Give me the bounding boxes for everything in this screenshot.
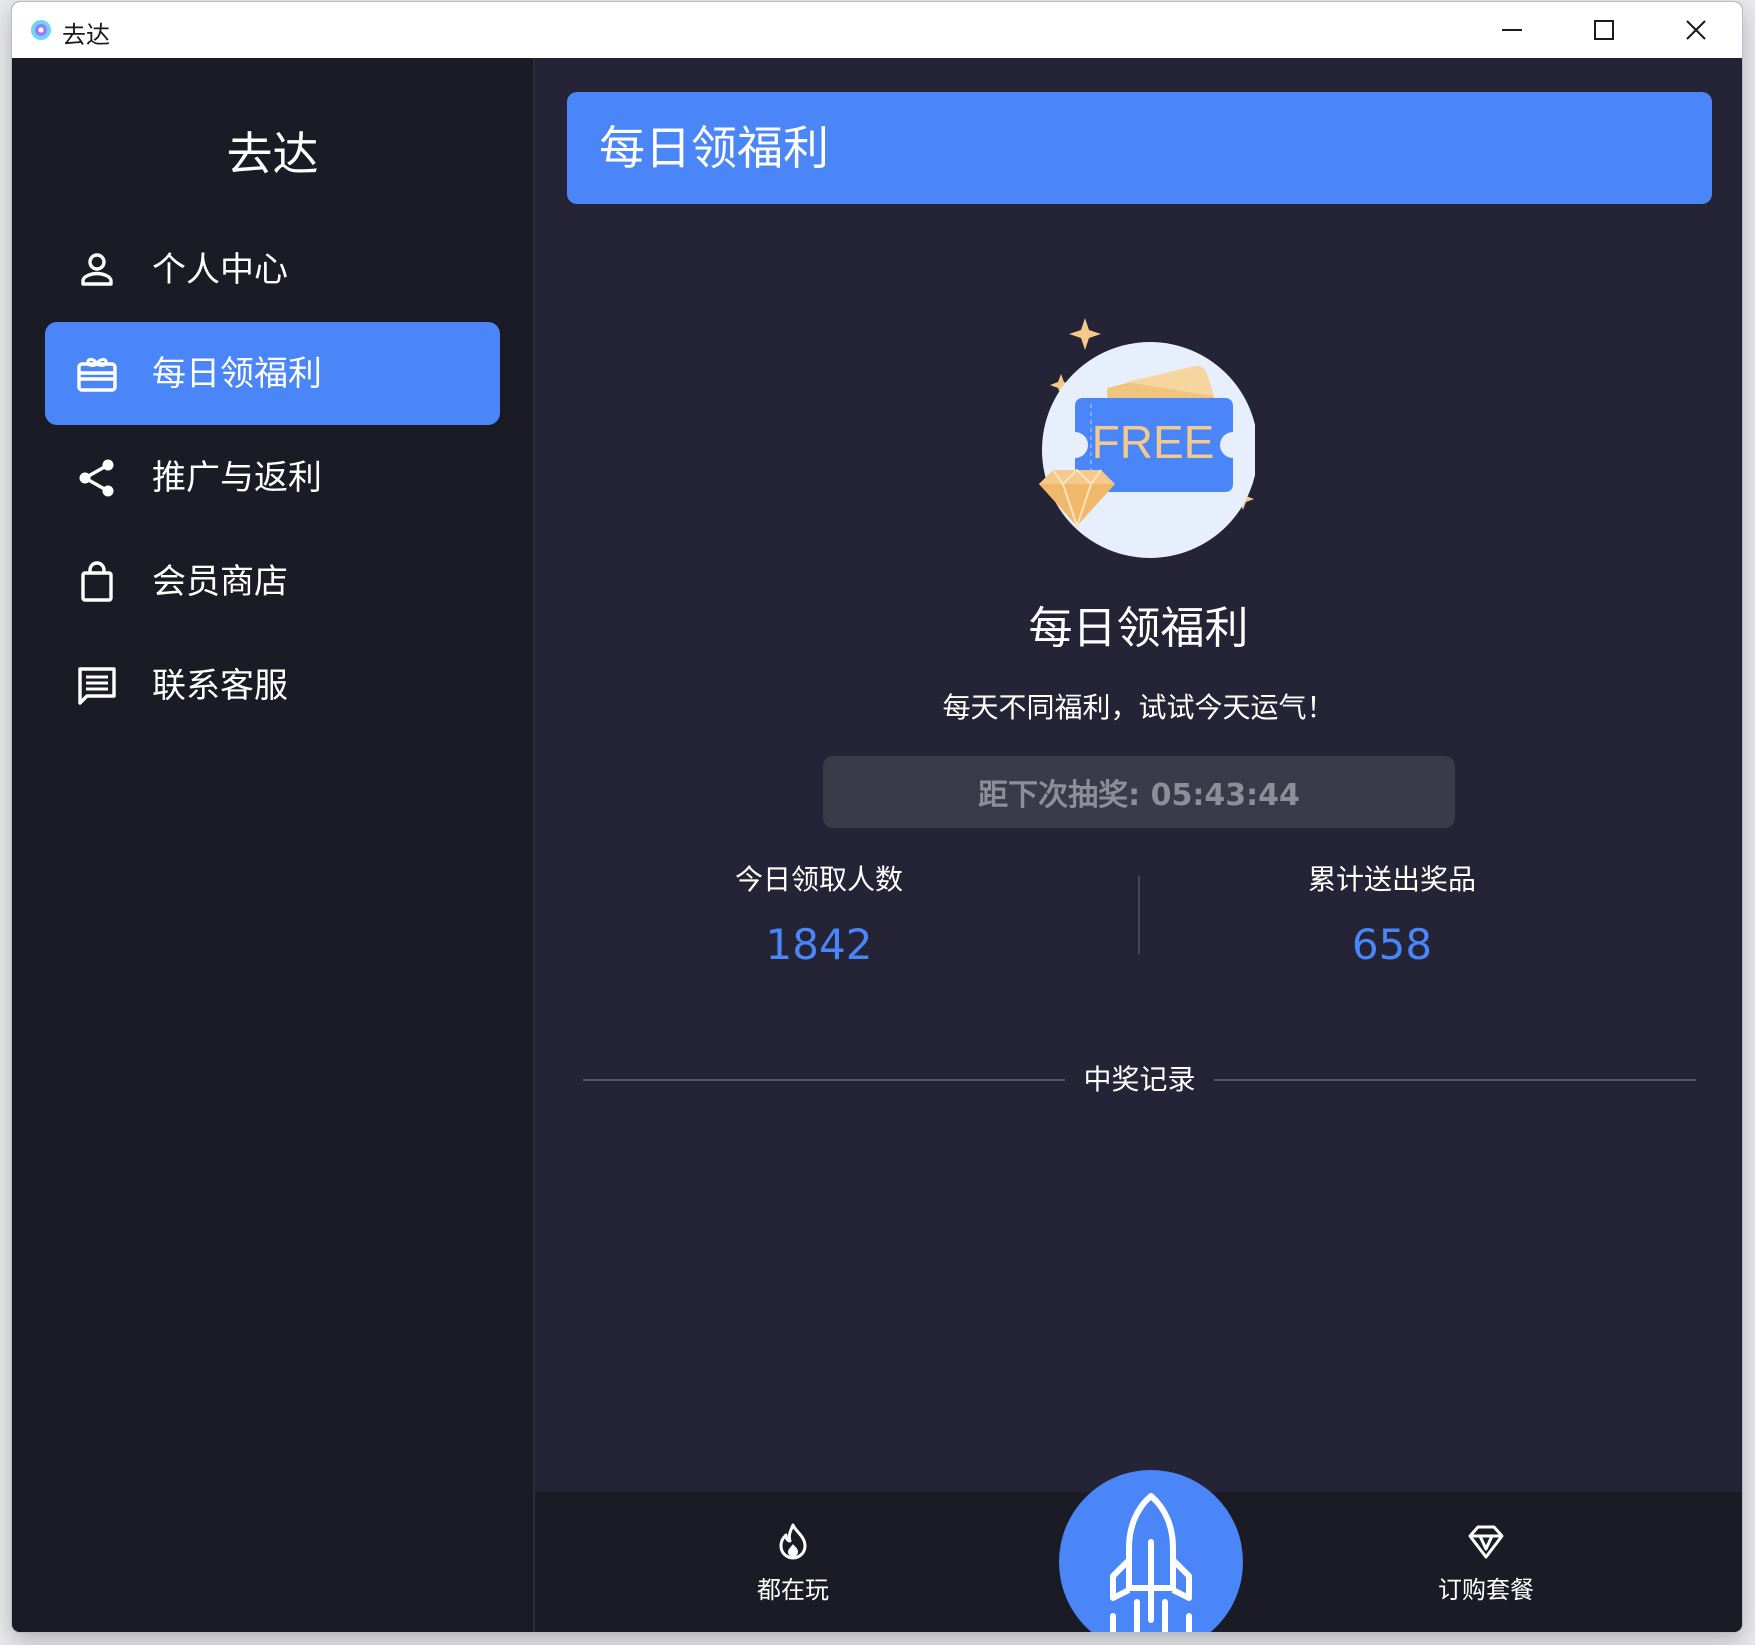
- launch-button[interactable]: [1059, 1470, 1243, 1632]
- stat-value: 658: [1351, 920, 1433, 969]
- tab-label: 订购套餐: [1438, 1576, 1534, 1604]
- rocket-icon: [1110, 1493, 1192, 1632]
- app-window: 去达 去达 个人中心 每日领福利 推广与返利 会员商店 联系客服 每日领福利 F…: [12, 2, 1742, 1632]
- bottom-nav: 都在玩 订购套餐: [535, 1470, 1742, 1632]
- diamond-icon: [1468, 1525, 1504, 1559]
- share-icon: [79, 459, 114, 497]
- minimize-button[interactable]: [1466, 2, 1558, 58]
- draw-countdown-button[interactable]: 距下次抽奖: 05:43:44: [823, 756, 1455, 828]
- user-icon: [81, 253, 113, 286]
- stat-label: 累计送出奖品: [1307, 863, 1476, 896]
- free-badge-text: FREE: [1092, 416, 1215, 468]
- close-icon: [1686, 20, 1706, 40]
- message-icon: [78, 667, 116, 705]
- tab-trending[interactable]: 都在玩: [693, 1522, 893, 1605]
- maximize-button[interactable]: [1558, 2, 1650, 58]
- stat-divider: [1138, 876, 1140, 954]
- sidebar-item-profile[interactable]: 个人中心: [45, 218, 500, 321]
- sidebar-item-label: 推广与返利: [152, 458, 322, 498]
- stat-total-prizes: 累计送出奖品 658: [1192, 862, 1592, 970]
- gift-card-icon: [77, 357, 117, 392]
- sidebar-brand: 去达: [226, 127, 319, 181]
- sidebar-item-member-store[interactable]: 会员商店: [45, 530, 500, 633]
- tab-subscribe[interactable]: 订购套餐: [1386, 1522, 1586, 1605]
- sidebar-item-label: 每日领福利: [152, 354, 322, 394]
- page-title: 每日领福利: [599, 121, 829, 175]
- rewards-title: 每日领福利: [1028, 603, 1249, 654]
- sidebar: 去达 个人中心 每日领福利 推广与返利 会员商店 联系客服: [12, 58, 535, 1632]
- sidebar-item-label: 联系客服: [152, 666, 288, 706]
- window-title: 去达: [62, 21, 110, 49]
- minimize-icon: [1502, 29, 1522, 31]
- maximize-icon: [1594, 20, 1614, 40]
- sidebar-item-support[interactable]: 联系客服: [45, 634, 500, 737]
- free-ticket-illustration: FREE: [1039, 318, 1255, 558]
- close-button[interactable]: [1650, 2, 1742, 58]
- page-header: 每日领福利: [567, 92, 1712, 204]
- stat-label: 今日领取人数: [734, 863, 903, 896]
- stat-value: 1842: [765, 920, 873, 969]
- tab-label: 都在玩: [757, 1576, 829, 1604]
- main-content: 每日领福利 FREE 每日领福利 每天不同福利，试试今天运气！ 距下次抽奖: 0: [535, 58, 1742, 1632]
- winning-records-title: 中奖记录: [1083, 1063, 1196, 1096]
- title-bar: 去达: [12, 2, 1742, 58]
- app-logo-icon: [31, 20, 51, 40]
- stat-today-claims: 今日领取人数 1842: [619, 862, 1019, 970]
- sidebar-item-label: 会员商店: [152, 562, 288, 602]
- sidebar-item-daily-rewards[interactable]: 每日领福利: [45, 322, 500, 425]
- sidebar-item-referral[interactable]: 推广与返利: [45, 426, 500, 529]
- winning-records-divider: 中奖记录: [583, 1060, 1696, 1100]
- rewards-subtitle: 每天不同福利，试试今天运气！: [942, 691, 1335, 724]
- sidebar-item-label: 个人中心: [152, 250, 288, 290]
- fire-icon: [779, 1523, 807, 1560]
- shopping-bag-icon: [81, 561, 113, 602]
